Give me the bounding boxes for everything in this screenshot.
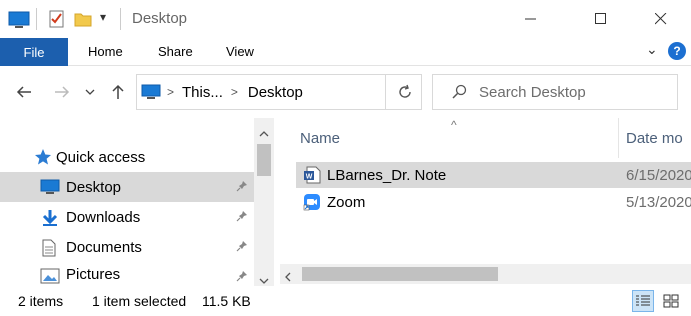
qat-dropdown-icon[interactable]: ▾ bbox=[100, 10, 106, 24]
navigation-pane: Quick access Desktop Downloads Documents bbox=[0, 118, 274, 286]
chevron-down-icon bbox=[85, 89, 95, 95]
minimize-button[interactable] bbox=[508, 0, 554, 38]
properties-icon[interactable] bbox=[48, 10, 66, 31]
nav-pane-scrollbar[interactable] bbox=[254, 118, 274, 286]
back-button[interactable] bbox=[12, 80, 36, 104]
title-divider bbox=[120, 8, 121, 30]
item-count: 2 items bbox=[18, 293, 64, 309]
help-button[interactable]: ? bbox=[668, 42, 686, 60]
maximize-icon bbox=[595, 13, 606, 24]
maximize-button[interactable] bbox=[578, 0, 624, 38]
sidebar-item-pictures[interactable]: Pictures bbox=[0, 262, 254, 286]
tab-file[interactable]: File bbox=[0, 38, 68, 66]
search-icon bbox=[451, 84, 467, 100]
details-view-button[interactable] bbox=[632, 290, 654, 312]
scroll-left-icon[interactable] bbox=[284, 269, 291, 285]
file-name: LBarnes_Dr. Note bbox=[327, 166, 447, 184]
address-bar[interactable]: > This... > Desktop bbox=[136, 74, 422, 110]
search-input[interactable]: Search Desktop bbox=[479, 84, 586, 101]
ribbon-expand-icon[interactable]: ⌄ bbox=[646, 41, 658, 58]
downloads-icon bbox=[40, 209, 60, 226]
scroll-up-icon[interactable] bbox=[259, 124, 269, 140]
desktop-location-icon bbox=[141, 84, 161, 100]
title-bar: ▾ Desktop bbox=[0, 0, 691, 38]
sidebar-item-documents[interactable]: Documents bbox=[0, 232, 254, 262]
refresh-button[interactable] bbox=[385, 75, 423, 109]
up-button[interactable] bbox=[106, 80, 130, 104]
file-date: 6/15/2020 bbox=[626, 166, 691, 184]
up-arrow-icon bbox=[112, 84, 124, 99]
sidebar-item-desktop[interactable]: Desktop bbox=[0, 172, 254, 202]
file-row[interactable]: Zoom 5/13/2020 bbox=[296, 189, 691, 215]
sidebar-item-label: Downloads bbox=[66, 208, 141, 226]
sort-ascending-icon: ^ bbox=[451, 118, 457, 132]
sidebar-item-label: Documents bbox=[66, 238, 142, 256]
zoom-shortcut-icon bbox=[303, 193, 321, 211]
pin-icon[interactable] bbox=[236, 180, 248, 195]
column-name-header[interactable]: Name bbox=[300, 130, 340, 147]
selection-size: 11.5 KB bbox=[202, 293, 251, 309]
new-folder-icon[interactable] bbox=[74, 10, 92, 31]
documents-icon bbox=[40, 239, 60, 257]
large-icons-view-icon bbox=[663, 294, 679, 308]
pin-icon[interactable] bbox=[236, 240, 248, 255]
pictures-icon bbox=[40, 268, 60, 284]
large-icons-view-button[interactable] bbox=[660, 290, 682, 312]
file-date: 5/13/2020 bbox=[626, 193, 691, 211]
h-scroll-thumb[interactable] bbox=[302, 267, 498, 281]
desktop-icon bbox=[40, 179, 60, 195]
breadcrumb-separator-icon: > bbox=[167, 85, 175, 99]
word-doc-icon: W bbox=[303, 166, 321, 184]
file-name: Zoom bbox=[327, 193, 366, 211]
tab-home[interactable]: Home bbox=[88, 44, 123, 59]
qat-divider bbox=[36, 8, 37, 30]
tab-share[interactable]: Share bbox=[158, 44, 193, 59]
details-view-icon bbox=[636, 295, 650, 306]
file-list-pane: ^ Name Date mo W LBarnes_Dr. Note 6/15/2… bbox=[276, 118, 691, 286]
file-list-h-scrollbar[interactable] bbox=[280, 264, 691, 284]
sidebar-item-label: Desktop bbox=[66, 178, 122, 196]
sidebar-item-downloads[interactable]: Downloads bbox=[0, 202, 254, 232]
search-box[interactable]: Search Desktop bbox=[432, 74, 678, 110]
sidebar-item-label: Pictures bbox=[66, 265, 121, 283]
quick-access-label: Quick access bbox=[56, 148, 146, 166]
pin-icon[interactable] bbox=[236, 270, 248, 285]
column-date-header[interactable]: Date mo bbox=[626, 130, 683, 147]
column-divider[interactable] bbox=[618, 118, 619, 158]
back-arrow-icon bbox=[16, 86, 31, 98]
breadcrumb-desktop[interactable]: Desktop bbox=[248, 84, 303, 101]
breadcrumb-separator-icon: > bbox=[230, 85, 238, 99]
explorer-app-icon[interactable] bbox=[8, 11, 30, 32]
minimize-icon bbox=[525, 18, 536, 20]
close-icon bbox=[655, 13, 667, 25]
refresh-icon bbox=[398, 84, 411, 98]
file-row[interactable]: W LBarnes_Dr. Note 6/15/2020 bbox=[296, 162, 691, 188]
pin-icon[interactable] bbox=[236, 210, 248, 225]
recent-locations-button[interactable] bbox=[82, 80, 98, 104]
forward-button[interactable] bbox=[50, 80, 74, 104]
svg-text:W: W bbox=[306, 174, 313, 181]
close-button[interactable] bbox=[638, 0, 684, 38]
window-title: Desktop bbox=[132, 10, 188, 27]
nav-scroll-thumb[interactable] bbox=[257, 144, 271, 176]
column-header-row: ^ Name Date mo bbox=[276, 118, 691, 158]
breadcrumb-this-pc[interactable]: This... bbox=[182, 84, 223, 101]
tab-view[interactable]: View bbox=[226, 44, 254, 59]
selection-count: 1 item selected bbox=[92, 293, 187, 309]
status-bar: 2 items 1 item selected 11.5 KB bbox=[0, 286, 691, 316]
address-row: > This... > Desktop Search Desktop bbox=[0, 66, 691, 118]
forward-arrow-icon bbox=[55, 86, 70, 98]
star-icon bbox=[34, 148, 54, 165]
quick-access-item[interactable]: Quick access bbox=[0, 142, 254, 172]
ribbon-tabs: File Home Share View ⌄ ? bbox=[0, 38, 691, 66]
